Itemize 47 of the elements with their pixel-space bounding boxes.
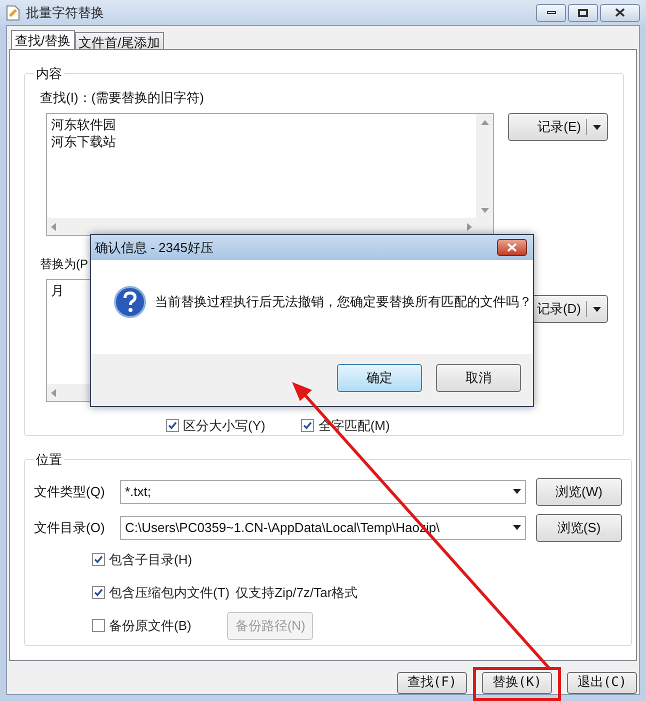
checkbox[interactable] bbox=[92, 586, 105, 599]
window-title: 批量字符替换 bbox=[26, 4, 104, 22]
field-label: 文件类型(Q) bbox=[34, 482, 106, 501]
maximize-button[interactable] bbox=[568, 4, 598, 22]
browse-button[interactable]: 浏览(S) bbox=[536, 514, 622, 542]
option-label: 区分大小写(Y) bbox=[183, 417, 266, 435]
action-button[interactable]: 退出(C) bbox=[567, 672, 637, 694]
checkbox[interactable] bbox=[166, 419, 179, 432]
tab[interactable]: 文件首/尾添加 bbox=[74, 32, 164, 49]
caret-icon bbox=[513, 525, 521, 530]
horizontal-scrollbar[interactable] bbox=[47, 218, 476, 235]
group-label: 位置 bbox=[35, 451, 63, 469]
group-label: 内容 bbox=[35, 65, 63, 83]
path-dropdown[interactable]: *.txt; bbox=[120, 480, 526, 504]
field-label: 替换为(P bbox=[40, 256, 89, 273]
caret-icon bbox=[593, 124, 601, 130]
option-label: 包含压缩包内文件(T) bbox=[109, 584, 230, 602]
text-line: 河东软件园 bbox=[51, 116, 117, 133]
caret-icon bbox=[593, 306, 601, 312]
browse-button[interactable]: 浏览(W) bbox=[536, 478, 622, 506]
tab[interactable]: 查找/替换 bbox=[11, 30, 75, 49]
dialog-button[interactable]: 确定 bbox=[337, 364, 422, 392]
action-button[interactable]: 替换(K) bbox=[482, 672, 552, 694]
close-button[interactable] bbox=[600, 4, 640, 22]
document-icon bbox=[6, 4, 20, 20]
find-text-area[interactable]: 河东软件园 河东下载站 bbox=[46, 113, 494, 236]
scroll-right-icon[interactable] bbox=[467, 222, 472, 230]
checkbox[interactable] bbox=[92, 553, 105, 566]
checkbox[interactable] bbox=[301, 419, 314, 432]
checkbox[interactable] bbox=[92, 619, 105, 632]
text-line: 月 bbox=[51, 282, 65, 299]
close-icon bbox=[507, 243, 517, 252]
text-line: 河东下载站 bbox=[51, 133, 117, 150]
dialog-title: 确认信息 - 2345好压 bbox=[95, 238, 214, 257]
history-button[interactable]: 记录(E) bbox=[508, 113, 608, 141]
close-icon bbox=[615, 8, 625, 17]
note-text: 仅支持Zip/7z/Tar格式 bbox=[236, 584, 358, 602]
close-button[interactable] bbox=[497, 239, 527, 256]
minimize-button[interactable] bbox=[536, 4, 566, 22]
caret-icon bbox=[513, 489, 521, 494]
dialog-button[interactable]: 取消 bbox=[436, 364, 521, 392]
action-button[interactable]: 查找(F) bbox=[397, 672, 467, 694]
option-label: 包含子目录(H) bbox=[109, 550, 192, 569]
question-icon bbox=[114, 286, 146, 318]
field-label: 查找(I)：(需要替换的旧字符) bbox=[40, 88, 205, 107]
field-label: 文件目录(O) bbox=[34, 518, 106, 537]
option-label: 备份原文件(B) bbox=[109, 616, 192, 635]
